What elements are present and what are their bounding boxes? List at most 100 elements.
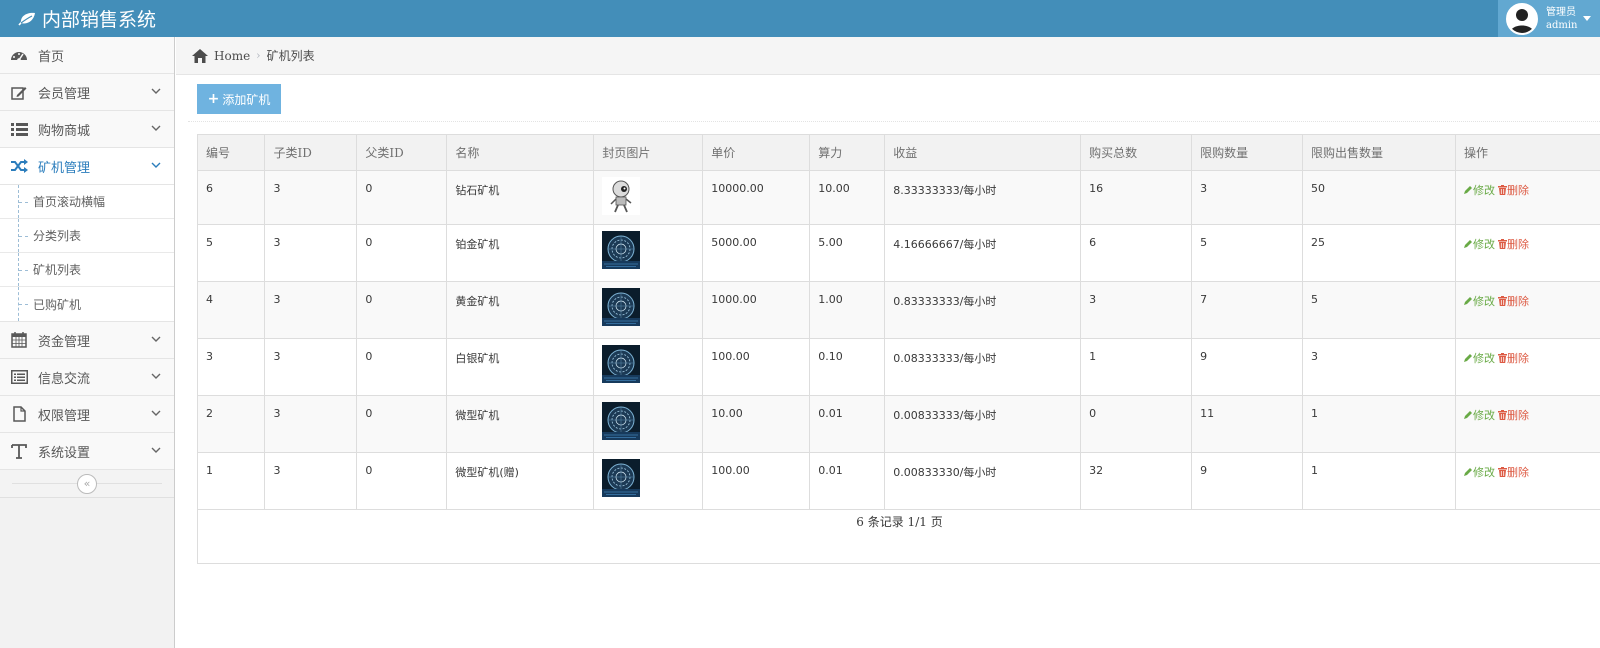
- pencil-icon: [1463, 186, 1472, 194]
- cell-image: [593, 280, 704, 339]
- sidebar-subitem-categories[interactable]: 分类列表: [0, 219, 174, 253]
- cell-sell-limit: 25: [1302, 223, 1456, 282]
- pencil-icon: [1463, 297, 1472, 305]
- miner-orb-thumbnail[interactable]: [602, 344, 641, 383]
- cell-name: 铂金矿机: [446, 223, 595, 282]
- miner-orb-thumbnail[interactable]: [602, 287, 641, 326]
- column-header-actions[interactable]: 操作: [1454, 135, 1600, 171]
- cell-image: [593, 451, 704, 510]
- miner-orb-thumbnail[interactable]: [602, 458, 641, 497]
- sidebar-item-label: 资金管理: [38, 334, 91, 350]
- cell-name: 钻石矿机: [446, 169, 595, 225]
- avatar: [1506, 2, 1538, 35]
- add-miner-label: 添加矿机: [222, 92, 271, 107]
- column-header-price[interactable]: 单价: [702, 135, 811, 171]
- cell-id: 4: [198, 280, 266, 339]
- dashboard-icon: [10, 47, 28, 63]
- edit-button[interactable]: 修改: [1463, 407, 1495, 423]
- pencil-icon: [1463, 468, 1472, 476]
- sidebar-item-label: 信息交流: [38, 371, 91, 387]
- sidebar-subitem-banner[interactable]: 首页滚动横幅: [0, 185, 174, 219]
- sidebar-item-label: 首页: [38, 49, 65, 65]
- column-header-total[interactable]: 购买总数: [1080, 135, 1193, 171]
- sidebar-item-label: 会员管理: [38, 86, 91, 102]
- cell-power: 5.00: [809, 223, 886, 282]
- pagination-info: 6 条记录 1/1 页: [856, 515, 943, 529]
- cell-sell-limit: 1: [1302, 451, 1456, 510]
- edit-button[interactable]: 修改: [1463, 464, 1495, 480]
- miner-orb-thumbnail[interactable]: [602, 230, 641, 269]
- cell-price: 5000.00: [702, 223, 811, 282]
- sidebar-collapse-bar: «: [0, 470, 174, 498]
- text-icon: [10, 443, 28, 459]
- delete-button[interactable]: 删除: [1497, 293, 1529, 309]
- cell-name: 黄金矿机: [446, 280, 595, 339]
- column-header-parent-id[interactable]: 父类ID: [356, 135, 448, 171]
- breadcrumb-current: 矿机列表: [266, 49, 315, 63]
- delete-button[interactable]: 删除: [1497, 236, 1529, 252]
- column-header-sub-id[interactable]: 子类ID: [264, 135, 358, 171]
- sidebar-subitem-miner-list[interactable]: 矿机列表: [0, 253, 174, 287]
- edit-button[interactable]: 修改: [1463, 293, 1495, 309]
- cell-sell-limit: 5: [1302, 280, 1456, 339]
- cell-sell-limit: 50: [1302, 169, 1456, 225]
- delete-button[interactable]: 删除: [1497, 182, 1529, 198]
- edit-button[interactable]: 修改: [1463, 236, 1495, 252]
- cell-limit: 7: [1191, 280, 1304, 339]
- cell-sub-id: 3: [264, 337, 358, 396]
- sidebar-item-settings[interactable]: 系统设置: [0, 433, 174, 470]
- edit-label: 修改: [1472, 183, 1495, 197]
- sidebar-item-label: 购物商城: [38, 123, 91, 139]
- miner-table: 编号 子类ID 父类ID 名称 封页图片 单价 算力 收益 购买总数 限购数量 …: [198, 135, 1600, 510]
- column-header-power[interactable]: 算力: [809, 135, 886, 171]
- sidebar-item-home[interactable]: 首页: [0, 37, 174, 74]
- brand-title: 内部销售系统: [42, 9, 157, 31]
- cell-income: 4.16666667/每小时: [884, 223, 1082, 282]
- list-alt-icon: [10, 369, 28, 385]
- trash-icon: [1497, 238, 1507, 249]
- cell-income: 0.00833333/每小时: [884, 394, 1082, 453]
- edit-label: 修改: [1472, 294, 1495, 308]
- cell-limit: 5: [1191, 223, 1304, 282]
- cell-limit: 9: [1191, 337, 1304, 396]
- column-header-id[interactable]: 编号: [198, 135, 266, 171]
- cell-income: 0.00833330/每小时: [884, 451, 1082, 510]
- column-header-income[interactable]: 收益: [884, 135, 1082, 171]
- cell-image: [593, 337, 704, 396]
- robot-thumbnail[interactable]: [602, 176, 641, 215]
- delete-button[interactable]: 删除: [1497, 464, 1529, 480]
- user-menu[interactable]: 管理员 admin: [1498, 0, 1600, 37]
- pencil-icon: [1463, 240, 1472, 248]
- delete-button[interactable]: 删除: [1497, 407, 1529, 423]
- delete-button[interactable]: 删除: [1497, 350, 1529, 366]
- breadcrumb: Home › 矿机列表: [176, 37, 1600, 75]
- miner-orb-thumbnail[interactable]: [602, 401, 641, 440]
- sidebar-item-label: 系统设置: [38, 445, 91, 461]
- home-icon: [192, 48, 208, 63]
- sidebar-subitem-purchased[interactable]: 已购矿机: [0, 287, 174, 321]
- column-header-limit[interactable]: 限购数量: [1191, 135, 1304, 171]
- collapse-sidebar-button[interactable]: «: [77, 474, 97, 494]
- delete-label: 删除: [1506, 465, 1529, 479]
- column-header-sell-limit[interactable]: 限购出售数量: [1302, 135, 1456, 171]
- column-header-image[interactable]: 封页图片: [593, 135, 704, 171]
- sidebar-item-miners[interactable]: 矿机管理: [0, 148, 174, 185]
- cell-price: 1000.00: [702, 280, 811, 339]
- breadcrumb-home-link[interactable]: Home: [214, 49, 250, 63]
- sidebar-item-members[interactable]: 会员管理: [0, 74, 174, 111]
- edit-button[interactable]: 修改: [1463, 182, 1495, 198]
- brand[interactable]: 内部销售系统: [18, 0, 156, 37]
- sidebar-item-messages[interactable]: 信息交流: [0, 359, 174, 396]
- chevron-down-icon: [151, 88, 161, 94]
- cell-parent-id: 0: [356, 280, 448, 339]
- edit-button[interactable]: 修改: [1463, 350, 1495, 366]
- add-miner-button[interactable]: + 添加矿机: [197, 84, 281, 114]
- cell-sell-limit: 3: [1302, 337, 1456, 396]
- edit-icon: [10, 84, 28, 100]
- caret-down-icon: [1583, 16, 1592, 21]
- sidebar-item-funds[interactable]: 资金管理: [0, 322, 174, 359]
- column-header-name[interactable]: 名称: [446, 135, 595, 171]
- sidebar-item-shop[interactable]: 购物商城: [0, 111, 174, 148]
- sidebar-item-permissions[interactable]: 权限管理: [0, 396, 174, 433]
- cell-price: 10000.00: [702, 169, 811, 225]
